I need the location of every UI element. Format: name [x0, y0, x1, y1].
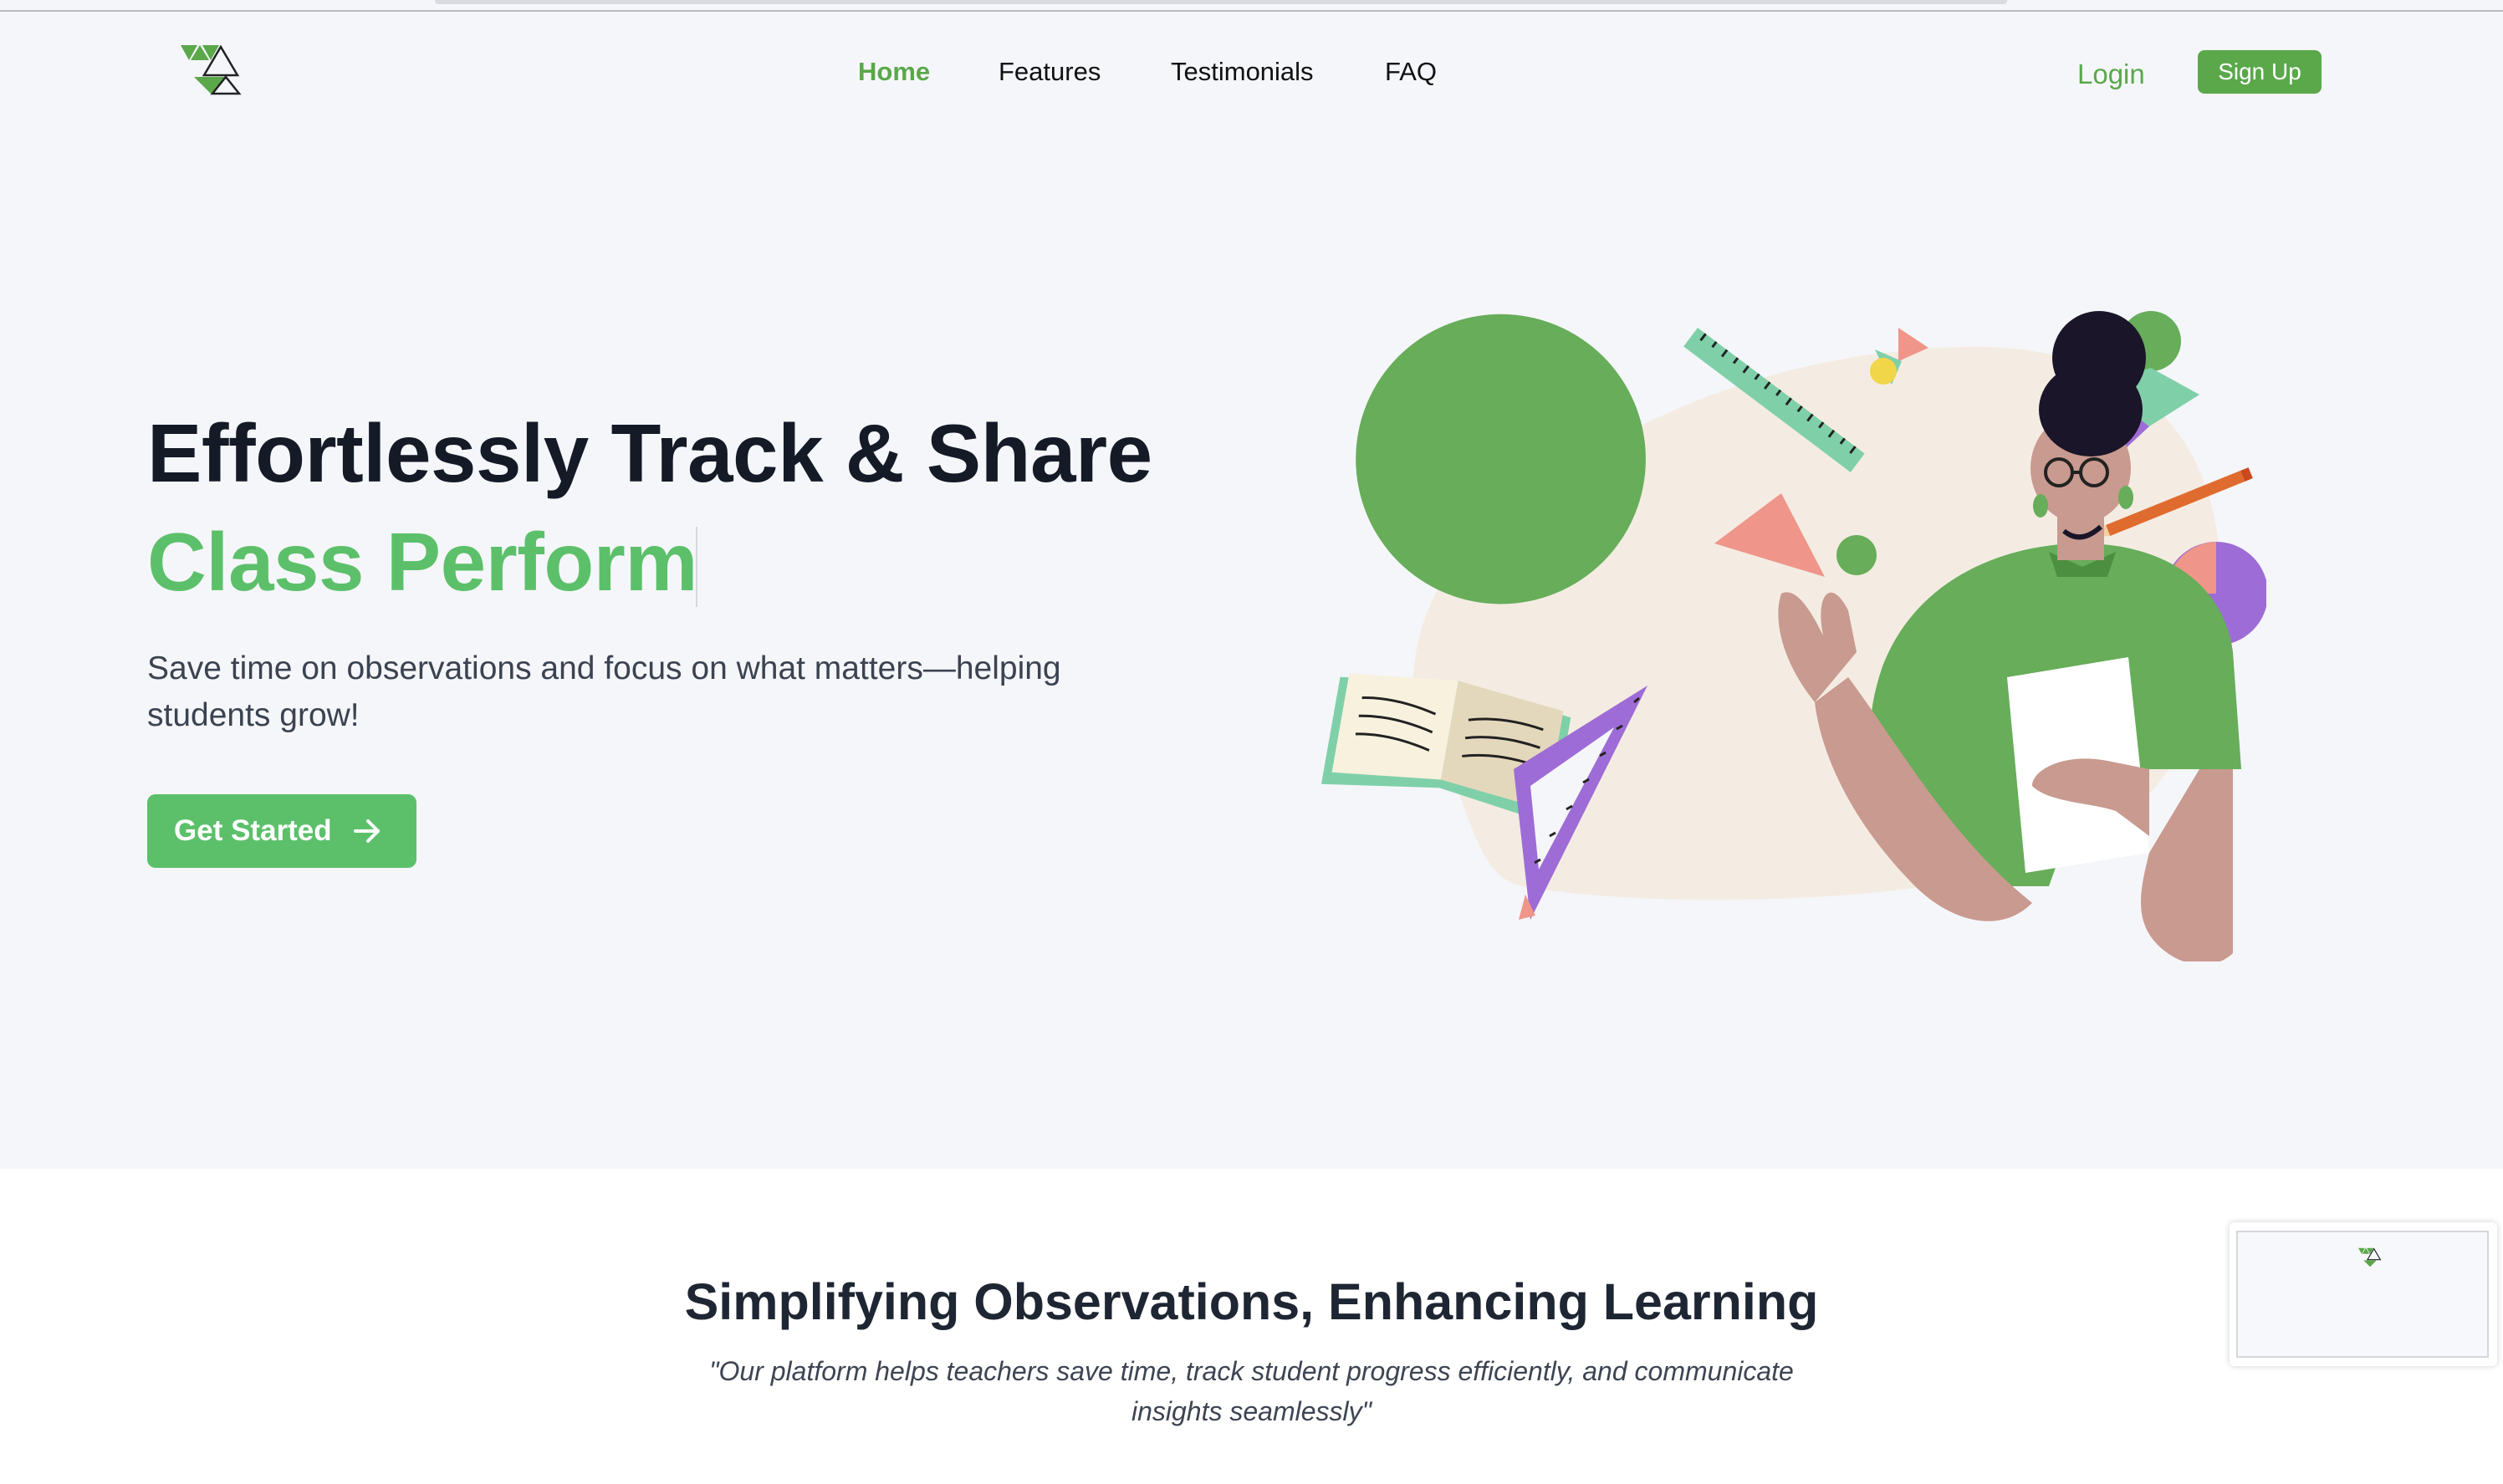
widget-frame	[2236, 1231, 2489, 1358]
login-link[interactable]: Login	[2077, 59, 2145, 90]
features-intro-section: Simplifying Observations, Enhancing Lear…	[0, 1169, 2503, 1484]
nav-item-home[interactable]: Home	[858, 57, 930, 87]
arrow-right-icon	[353, 819, 380, 843]
nav-item-faq[interactable]: FAQ	[1385, 57, 1437, 87]
hero-title: Effortlessly Track & Share	[147, 407, 1152, 499]
browser-top-strip	[0, 0, 2503, 12]
nav-item-features[interactable]: Features	[999, 57, 1101, 87]
triangle-logo-icon[interactable]	[179, 43, 243, 95]
triangle-logo-icon	[2358, 1247, 2382, 1267]
signup-button[interactable]: Sign Up	[2198, 50, 2322, 94]
section-quote: "Our platform helps teachers save time, …	[709, 1356, 1794, 1426]
horizontal-scrollbar[interactable]	[435, 0, 2007, 4]
get-started-button[interactable]: Get Started	[147, 794, 416, 868]
get-started-label: Get Started	[174, 814, 332, 847]
site-header: Home Features Testimonials FAQ Login Sig…	[0, 12, 2503, 112]
nav-item-testimonials[interactable]: Testimonials	[1171, 57, 1314, 87]
typing-cursor	[696, 527, 697, 607]
hero-subtitle: Save time on observations and focus on w…	[147, 650, 1061, 733]
floating-widget[interactable]	[2230, 1222, 2497, 1366]
hero-title-highlight: Class Perform	[147, 516, 698, 608]
section-title: Simplifying Observations, Enhancing Lear…	[684, 1273, 1819, 1330]
teacher-illustration	[1320, 311, 2266, 961]
